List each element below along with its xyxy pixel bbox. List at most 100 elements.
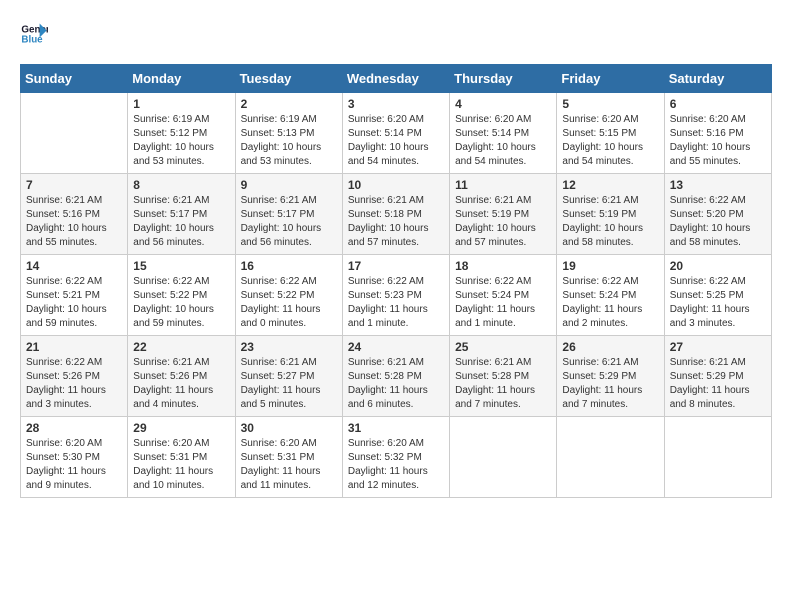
logo-icon: General Blue <box>20 20 48 48</box>
weekday-header-thursday: Thursday <box>450 65 557 93</box>
day-info: Sunrise: 6:21 AMSunset: 5:27 PMDaylight:… <box>241 356 337 412</box>
day-number: 9 <box>241 178 337 192</box>
day-info: Sunrise: 6:19 AMSunset: 5:12 PMDaylight:… <box>133 113 229 169</box>
day-number: 21 <box>26 340 122 354</box>
day-number: 23 <box>241 340 337 354</box>
calendar-cell <box>557 417 664 498</box>
day-info: Sunrise: 6:22 AMSunset: 5:24 PMDaylight:… <box>562 275 658 331</box>
day-info: Sunrise: 6:20 AMSunset: 5:14 PMDaylight:… <box>348 113 444 169</box>
day-info: Sunrise: 6:21 AMSunset: 5:28 PMDaylight:… <box>348 356 444 412</box>
calendar-cell: 27 Sunrise: 6:21 AMSunset: 5:29 PMDayligh… <box>664 336 771 417</box>
day-number: 30 <box>241 421 337 435</box>
day-number: 29 <box>133 421 229 435</box>
day-number: 3 <box>348 97 444 111</box>
calendar-cell: 18 Sunrise: 6:22 AMSunset: 5:24 PMDayligh… <box>450 255 557 336</box>
day-number: 26 <box>562 340 658 354</box>
day-info: Sunrise: 6:21 AMSunset: 5:17 PMDaylight:… <box>241 194 337 250</box>
day-number: 17 <box>348 259 444 273</box>
day-info: Sunrise: 6:20 AMSunset: 5:14 PMDaylight:… <box>455 113 551 169</box>
weekday-header-tuesday: Tuesday <box>235 65 342 93</box>
day-number: 25 <box>455 340 551 354</box>
day-info: Sunrise: 6:22 AMSunset: 5:21 PMDaylight:… <box>26 275 122 331</box>
day-info: Sunrise: 6:21 AMSunset: 5:17 PMDaylight:… <box>133 194 229 250</box>
day-info: Sunrise: 6:21 AMSunset: 5:16 PMDaylight:… <box>26 194 122 250</box>
calendar-cell: 6 Sunrise: 6:20 AMSunset: 5:16 PMDaylight… <box>664 93 771 174</box>
calendar-cell: 3 Sunrise: 6:20 AMSunset: 5:14 PMDaylight… <box>342 93 449 174</box>
calendar-cell: 23 Sunrise: 6:21 AMSunset: 5:27 PMDayligh… <box>235 336 342 417</box>
weekday-header-monday: Monday <box>128 65 235 93</box>
calendar-cell: 14 Sunrise: 6:22 AMSunset: 5:21 PMDayligh… <box>21 255 128 336</box>
calendar-cell: 13 Sunrise: 6:22 AMSunset: 5:20 PMDayligh… <box>664 174 771 255</box>
calendar-cell: 29Sunrise: 6:20 AMSunset: 5:31 PMDayligh… <box>128 417 235 498</box>
calendar-cell: 8 Sunrise: 6:21 AMSunset: 5:17 PMDaylight… <box>128 174 235 255</box>
day-number: 22 <box>133 340 229 354</box>
calendar-cell <box>664 417 771 498</box>
day-number: 31 <box>348 421 444 435</box>
calendar-week-1: 1 Sunrise: 6:19 AMSunset: 5:12 PMDaylight… <box>21 93 772 174</box>
calendar-cell: 1 Sunrise: 6:19 AMSunset: 5:12 PMDaylight… <box>128 93 235 174</box>
weekday-header-sunday: Sunday <box>21 65 128 93</box>
day-number: 16 <box>241 259 337 273</box>
day-number: 6 <box>670 97 766 111</box>
day-number: 2 <box>241 97 337 111</box>
day-number: 4 <box>455 97 551 111</box>
day-info: Sunrise: 6:21 AMSunset: 5:29 PMDaylight:… <box>670 356 766 412</box>
calendar-body: 1 Sunrise: 6:19 AMSunset: 5:12 PMDaylight… <box>21 93 772 498</box>
day-number: 19 <box>562 259 658 273</box>
calendar-cell: 26 Sunrise: 6:21 AMSunset: 5:29 PMDayligh… <box>557 336 664 417</box>
calendar-week-3: 14 Sunrise: 6:22 AMSunset: 5:21 PMDayligh… <box>21 255 772 336</box>
weekday-header-saturday: Saturday <box>664 65 771 93</box>
day-info: Sunrise: 6:22 AMSunset: 5:20 PMDaylight:… <box>670 194 766 250</box>
calendar-cell: 20Sunrise: 6:22 AMSunset: 5:25 PMDayligh… <box>664 255 771 336</box>
calendar-week-2: 7 Sunrise: 6:21 AMSunset: 5:16 PMDaylight… <box>21 174 772 255</box>
calendar-cell: 7 Sunrise: 6:21 AMSunset: 5:16 PMDaylight… <box>21 174 128 255</box>
calendar-cell: 21 Sunrise: 6:22 AMSunset: 5:26 PMDayligh… <box>21 336 128 417</box>
day-number: 14 <box>26 259 122 273</box>
calendar-cell: 12Sunrise: 6:21 AMSunset: 5:19 PMDayligh… <box>557 174 664 255</box>
day-number: 20 <box>670 259 766 273</box>
day-number: 8 <box>133 178 229 192</box>
calendar-cell: 2 Sunrise: 6:19 AMSunset: 5:13 PMDaylight… <box>235 93 342 174</box>
calendar-cell: 28 Sunrise: 6:20 AMSunset: 5:30 PMDayligh… <box>21 417 128 498</box>
day-info: Sunrise: 6:20 AMSunset: 5:30 PMDaylight:… <box>26 437 122 493</box>
day-info: Sunrise: 6:22 AMSunset: 5:24 PMDaylight:… <box>455 275 551 331</box>
calendar-cell <box>450 417 557 498</box>
day-info: Sunrise: 6:21 AMSunset: 5:26 PMDaylight:… <box>133 356 229 412</box>
day-number: 13 <box>670 178 766 192</box>
day-info: Sunrise: 6:20 AMSunset: 5:15 PMDaylight:… <box>562 113 658 169</box>
day-number: 27 <box>670 340 766 354</box>
calendar-cell: 5 Sunrise: 6:20 AMSunset: 5:15 PMDaylight… <box>557 93 664 174</box>
calendar-cell: 4 Sunrise: 6:20 AMSunset: 5:14 PMDaylight… <box>450 93 557 174</box>
day-info: Sunrise: 6:22 AMSunset: 5:22 PMDaylight:… <box>241 275 337 331</box>
calendar-cell: 24 Sunrise: 6:21 AMSunset: 5:28 PMDayligh… <box>342 336 449 417</box>
calendar-cell: 10Sunrise: 6:21 AMSunset: 5:18 PMDayligh… <box>342 174 449 255</box>
calendar-cell: 17 Sunrise: 6:22 AMSunset: 5:23 PMDayligh… <box>342 255 449 336</box>
day-info: Sunrise: 6:21 AMSunset: 5:29 PMDaylight:… <box>562 356 658 412</box>
calendar-cell <box>21 93 128 174</box>
day-number: 24 <box>348 340 444 354</box>
day-number: 15 <box>133 259 229 273</box>
day-info: Sunrise: 6:20 AMSunset: 5:32 PMDaylight:… <box>348 437 444 493</box>
day-info: Sunrise: 6:21 AMSunset: 5:19 PMDaylight:… <box>455 194 551 250</box>
day-info: Sunrise: 6:20 AMSunset: 5:31 PMDaylight:… <box>241 437 337 493</box>
day-info: Sunrise: 6:19 AMSunset: 5:13 PMDaylight:… <box>241 113 337 169</box>
day-number: 28 <box>26 421 122 435</box>
day-info: Sunrise: 6:20 AMSunset: 5:16 PMDaylight:… <box>670 113 766 169</box>
calendar-cell: 16 Sunrise: 6:22 AMSunset: 5:22 PMDayligh… <box>235 255 342 336</box>
day-number: 11 <box>455 178 551 192</box>
calendar-cell: 25 Sunrise: 6:21 AMSunset: 5:28 PMDayligh… <box>450 336 557 417</box>
calendar-table: SundayMondayTuesdayWednesdayThursdayFrid… <box>20 64 772 498</box>
day-info: Sunrise: 6:22 AMSunset: 5:26 PMDaylight:… <box>26 356 122 412</box>
calendar-cell: 19 Sunrise: 6:22 AMSunset: 5:24 PMDayligh… <box>557 255 664 336</box>
day-number: 18 <box>455 259 551 273</box>
day-info: Sunrise: 6:21 AMSunset: 5:28 PMDaylight:… <box>455 356 551 412</box>
logo: General Blue <box>20 20 52 48</box>
day-number: 7 <box>26 178 122 192</box>
day-number: 1 <box>133 97 229 111</box>
day-number: 12 <box>562 178 658 192</box>
calendar-cell: 31 Sunrise: 6:20 AMSunset: 5:32 PMDayligh… <box>342 417 449 498</box>
day-info: Sunrise: 6:22 AMSunset: 5:23 PMDaylight:… <box>348 275 444 331</box>
calendar-cell: 11 Sunrise: 6:21 AMSunset: 5:19 PMDayligh… <box>450 174 557 255</box>
weekday-header-friday: Friday <box>557 65 664 93</box>
day-number: 5 <box>562 97 658 111</box>
